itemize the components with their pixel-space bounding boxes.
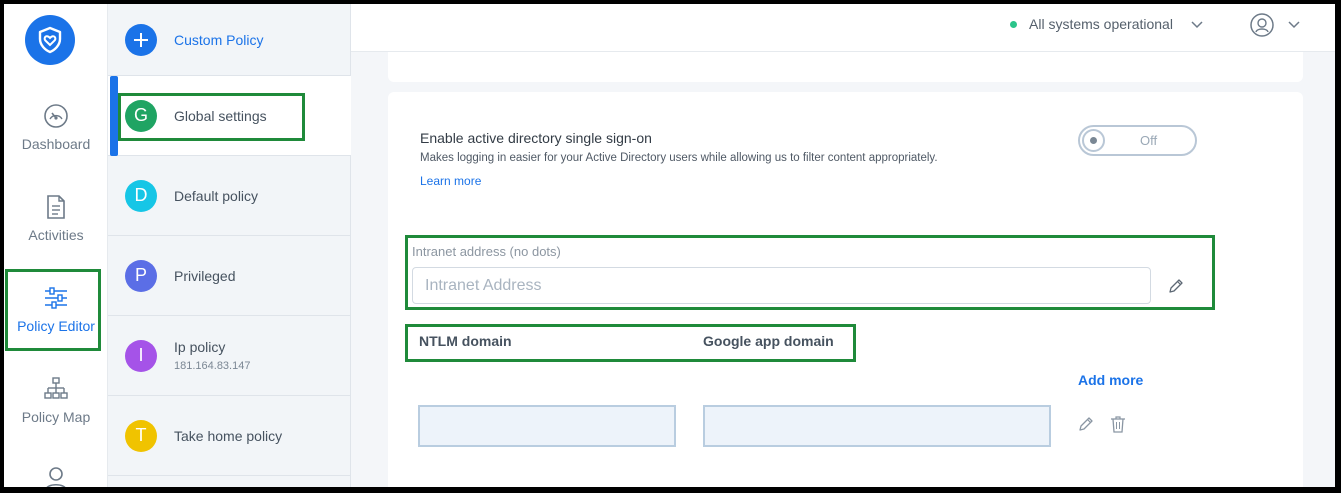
policy-avatar: I xyxy=(125,339,157,372)
policy-item-privileged[interactable]: P Privileged xyxy=(108,236,351,316)
plus-icon xyxy=(125,23,157,56)
google-app-domain-input[interactable] xyxy=(703,405,1051,447)
policy-avatar: D xyxy=(125,179,157,212)
hierarchy-icon xyxy=(44,377,68,399)
policy-name: Privileged xyxy=(174,267,236,284)
nav-item-dashboard[interactable]: Dashboard xyxy=(4,102,108,184)
highlight-global-settings xyxy=(118,93,305,141)
highlight-domain-headers xyxy=(405,324,856,362)
active-indicator xyxy=(110,76,118,156)
policy-avatar: T xyxy=(125,419,157,452)
user-icon[interactable] xyxy=(42,466,70,487)
shield-logo-icon[interactable] xyxy=(25,15,75,65)
policy-name: Take home policy xyxy=(174,427,283,444)
system-status: All systems operational xyxy=(1029,16,1173,32)
app-window: Dashboard Activities Policy Editor Polic… xyxy=(4,4,1335,487)
gauge-icon xyxy=(44,104,68,128)
nav-label-dashboard: Dashboard xyxy=(21,136,91,152)
policy-item-take-home[interactable]: T Take home policy xyxy=(108,396,351,476)
policy-item-default[interactable]: D Default policy xyxy=(108,156,351,236)
document-icon xyxy=(47,195,65,219)
nav-item-activities[interactable]: Activities xyxy=(4,193,108,275)
highlight-intranet xyxy=(405,235,1215,310)
sso-toggle[interactable]: Off xyxy=(1078,125,1197,156)
policy-ip: 181.164.83.147 xyxy=(174,360,251,372)
custom-policy-item[interactable]: Custom Policy xyxy=(108,4,351,76)
sso-title: Enable active directory single sign-on xyxy=(420,130,652,146)
policy-avatar: P xyxy=(125,259,157,292)
nav-label-activities: Activities xyxy=(28,227,84,243)
account-avatar-icon[interactable] xyxy=(1250,13,1274,37)
settings-card: Enable active directory single sign-on M… xyxy=(388,92,1303,487)
chevron-down-icon[interactable] xyxy=(1288,18,1300,30)
chevron-down-icon[interactable] xyxy=(1191,18,1203,30)
top-bar: All systems operational xyxy=(351,4,1335,52)
toggle-state: Off xyxy=(1140,133,1158,148)
main-content: Enable active directory single sign-on M… xyxy=(351,52,1335,487)
main-nav: Dashboard Activities Policy Editor Polic… xyxy=(4,4,108,487)
sso-description: Makes logging in easier for your Active … xyxy=(420,152,938,164)
policy-name: Ip policy xyxy=(174,339,226,355)
policy-list: Custom Policy G Global settings D Defaul… xyxy=(108,4,351,487)
nav-item-policy-map[interactable]: Policy Map xyxy=(4,375,108,457)
custom-policy-label: Custom Policy xyxy=(174,31,264,48)
toggle-knob xyxy=(1082,129,1105,152)
learn-more-link[interactable]: Learn more xyxy=(420,174,481,188)
policy-name: Default policy xyxy=(174,187,259,204)
trash-icon[interactable] xyxy=(1110,415,1126,433)
nav-label-policy-map: Policy Map xyxy=(21,409,91,425)
edit-pencil-icon[interactable] xyxy=(1078,416,1094,432)
status-dot-icon xyxy=(1010,21,1017,28)
card-previous xyxy=(388,52,1303,82)
policy-item-ip[interactable]: I Ip policy 181.164.83.147 xyxy=(108,316,351,396)
highlight-policy-editor xyxy=(5,269,101,351)
ntlm-domain-input[interactable] xyxy=(418,405,676,447)
add-more-button[interactable]: Add more xyxy=(1078,372,1143,388)
